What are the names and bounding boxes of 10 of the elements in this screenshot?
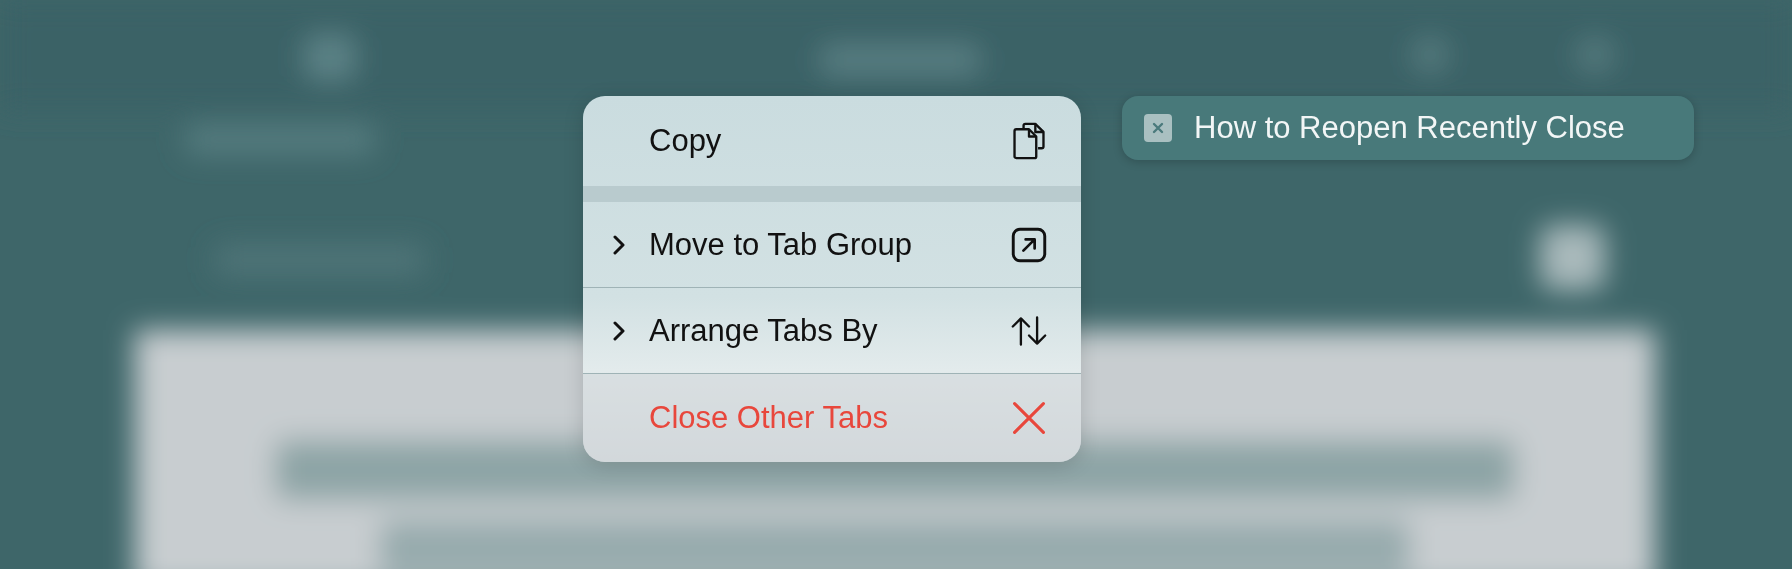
menu-item[interactable]: Move to Tab Group [583, 202, 1081, 288]
tab-preview[interactable]: How to Reopen Recently Close [1122, 96, 1694, 160]
chevron-icon [613, 320, 625, 341]
menu-item[interactable]: Copy [583, 96, 1081, 186]
close-tab-icon [1144, 114, 1172, 142]
tab-title: How to Reopen Recently Close [1194, 110, 1625, 146]
copy-icon [1011, 122, 1047, 160]
menu-item[interactable]: Arrange Tabs By [583, 288, 1081, 374]
close-icon [1011, 399, 1047, 437]
chevron-icon [613, 234, 625, 255]
